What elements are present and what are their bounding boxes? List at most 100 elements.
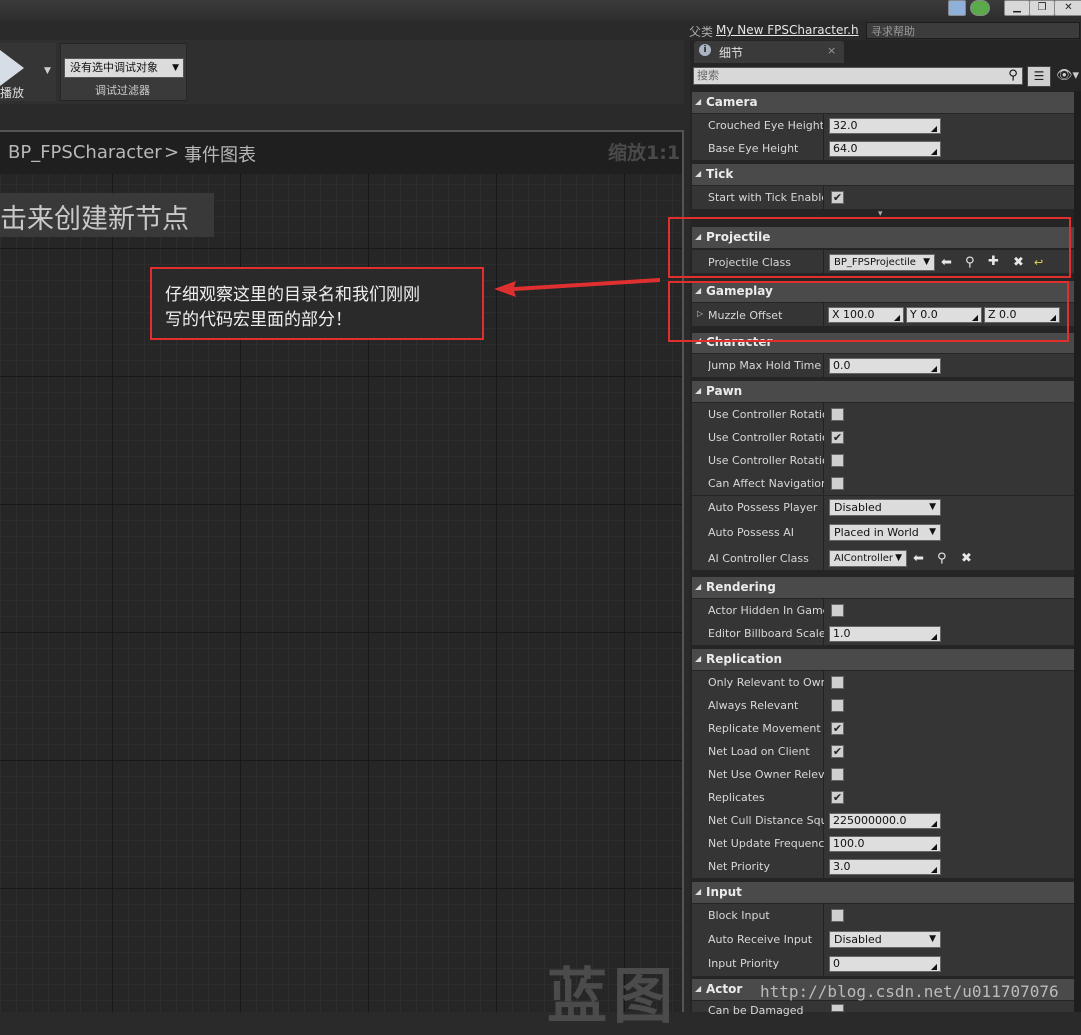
block-input-label: Block Input: [708, 909, 770, 922]
base-eye-height-field[interactable]: 64.0 ◢: [829, 141, 941, 157]
net-cull-distance-field[interactable]: 225000000.0 ◢: [829, 813, 941, 829]
play-label: 播放: [0, 86, 25, 100]
tab-details[interactable]: [694, 41, 844, 63]
debug-object-select[interactable]: 没有选中调试对象 ▼: [64, 58, 184, 78]
info-icon: i: [699, 44, 711, 56]
drag-grip-icon: ◢: [930, 124, 937, 133]
property-matrix-icon[interactable]: ☰: [1027, 66, 1051, 87]
parent-class-link[interactable]: My New FPSCharacter.h: [716, 23, 859, 37]
use-controller-rotation-yaw-checkbox[interactable]: ✔: [831, 431, 844, 444]
only-relevant-to-owner-checkbox[interactable]: [831, 676, 844, 689]
play-icon: [0, 50, 24, 86]
chat-icon[interactable]: [948, 0, 966, 16]
always-relevant-checkbox[interactable]: [831, 699, 844, 712]
drag-grip-icon: ◢: [930, 865, 937, 874]
maximize-icon[interactable]: ❐: [1029, 0, 1055, 16]
replicate-movement-label: Replicate Movement: [708, 722, 821, 735]
auto-possess-player-select[interactable]: Disabled ▼: [829, 499, 941, 516]
parent-class-label: 父类: [689, 25, 714, 39]
window-title-bar: [0, 0, 1081, 22]
net-priority-label: Net Priority: [708, 860, 770, 873]
actor-hidden-in-game-checkbox[interactable]: [831, 604, 844, 617]
use-controller-rotation-roll-checkbox[interactable]: [831, 454, 844, 467]
net-priority-field[interactable]: 3.0 ◢: [829, 859, 941, 875]
net-update-frequency-label: Net Update Frequency: [708, 837, 824, 850]
highlight-projectile-box: [668, 217, 1071, 278]
highlight-gameplay-box: [668, 281, 1069, 342]
collapse-triangle-icon[interactable]: ◢: [695, 169, 701, 178]
collapse-triangle-icon[interactable]: ◢: [695, 386, 701, 395]
net-cull-distance-label: Net Cull Distance Squared: [708, 814, 824, 827]
browse-search-icon[interactable]: ⚲: [937, 552, 947, 566]
collapse-triangle-icon[interactable]: ◢: [695, 582, 701, 591]
help-search-input[interactable]: 寻求帮助: [866, 22, 1080, 39]
input-priority-field[interactable]: 0 ◢: [829, 956, 941, 972]
play-options-dropdown-icon[interactable]: ▼: [44, 66, 51, 76]
jump-max-hold-time-field[interactable]: 0.0 ◢: [829, 358, 941, 374]
use-controller-rotation-pitch-checkbox[interactable]: [831, 408, 844, 421]
block-input-checkbox[interactable]: [831, 909, 844, 922]
annotation-line-2: 写的代码宏里面的部分！: [165, 310, 352, 330]
details-search-input[interactable]: 搜索: [693, 67, 1023, 85]
auto-possess-ai-label: Auto Possess AI: [708, 526, 794, 539]
clear-icon[interactable]: ✖: [961, 552, 972, 566]
input-priority-label: Input Priority: [708, 957, 780, 970]
collapse-triangle-icon[interactable]: ◢: [695, 97, 701, 106]
auto-possess-ai-select[interactable]: Placed in World ▼: [829, 524, 941, 541]
category-pawn[interactable]: [692, 381, 1074, 402]
details-scrollbar[interactable]: [1074, 91, 1081, 1012]
jump-max-hold-time-label: Jump Max Hold Time: [708, 359, 822, 372]
debug-filter-caption: 调试过滤器: [95, 84, 150, 97]
blog-watermark: http://blog.csdn.net/u011707076: [760, 982, 1059, 1001]
category-tick-label: Tick: [706, 167, 734, 181]
replicates-label: Replicates: [708, 791, 765, 804]
editor-billboard-scale-label: Editor Billboard Scale: [708, 627, 824, 640]
category-input[interactable]: [692, 882, 1074, 903]
minimize-icon[interactable]: ▁: [1004, 0, 1030, 16]
crouched-eye-height-field[interactable]: 32.0 ◢: [829, 118, 941, 134]
annotation-arrow-icon: [494, 278, 660, 297]
crouched-eye-height-value: 32.0: [833, 119, 858, 132]
replicate-movement-checkbox[interactable]: ✔: [831, 722, 844, 735]
can-be-damaged-checkbox[interactable]: [831, 1004, 844, 1012]
view-options-eye-icon[interactable]: 👁▾: [1056, 68, 1079, 83]
drag-grip-icon: ◢: [930, 364, 937, 373]
tab-details-label: 细节: [719, 46, 744, 60]
blueprint-watermark: 蓝图: [547, 962, 679, 1032]
source-control-icon[interactable]: [970, 0, 990, 16]
breadcrumb-blueprint[interactable]: BP_FPSCharacter: [8, 142, 162, 163]
tab-close-icon[interactable]: ×: [827, 44, 836, 57]
start-with-tick-label: Start with Tick Enabled: [708, 191, 824, 204]
use-controller-rotation-yaw-label: Use Controller Rotation: [708, 431, 824, 444]
chevron-down-icon: ▼: [172, 63, 179, 73]
close-icon[interactable]: ✕: [1054, 0, 1081, 16]
net-use-owner-relevancy-label: Net Use Owner Relevancy: [708, 768, 824, 781]
drag-grip-icon: ◢: [930, 819, 937, 828]
ai-controller-class-combo[interactable]: AIController ▼: [829, 550, 907, 567]
can-affect-navigation-checkbox[interactable]: [831, 477, 844, 490]
ai-controller-class-value: AIController: [834, 553, 893, 564]
base-eye-height-label: Base Eye Height: [708, 142, 799, 155]
chevron-down-icon: ▼: [929, 502, 936, 512]
breadcrumb-event-graph[interactable]: 事件图表: [184, 141, 256, 167]
annotation-line-1: 仔细观察这里的目录名和我们刚刚: [165, 285, 420, 305]
auto-receive-input-select[interactable]: Disabled ▼: [829, 931, 941, 948]
replicates-checkbox[interactable]: ✔: [831, 791, 844, 804]
search-icon[interactable]: ⚲: [1005, 68, 1021, 84]
category-tick[interactable]: [692, 164, 1074, 185]
collapse-triangle-icon[interactable]: ◢: [695, 984, 701, 993]
net-use-owner-relevancy-checkbox[interactable]: [831, 768, 844, 781]
use-selected-arrow-icon[interactable]: ⬅: [913, 552, 924, 566]
category-replication-label: Replication: [706, 652, 783, 666]
drag-grip-icon: ◢: [930, 962, 937, 971]
auto-possess-ai-value: Placed in World: [834, 526, 919, 539]
start-with-tick-checkbox[interactable]: ✔: [831, 191, 844, 204]
auto-receive-input-value: Disabled: [834, 933, 882, 946]
net-update-frequency-field[interactable]: 100.0 ◢: [829, 836, 941, 852]
auto-possess-player-label: Auto Possess Player: [708, 501, 818, 514]
collapse-triangle-icon[interactable]: ◢: [695, 887, 701, 896]
editor-billboard-scale-field[interactable]: 1.0 ◢: [829, 626, 941, 642]
net-load-on-client-checkbox[interactable]: ✔: [831, 745, 844, 758]
collapse-triangle-icon[interactable]: ◢: [695, 654, 701, 663]
row-divider: [823, 354, 824, 377]
